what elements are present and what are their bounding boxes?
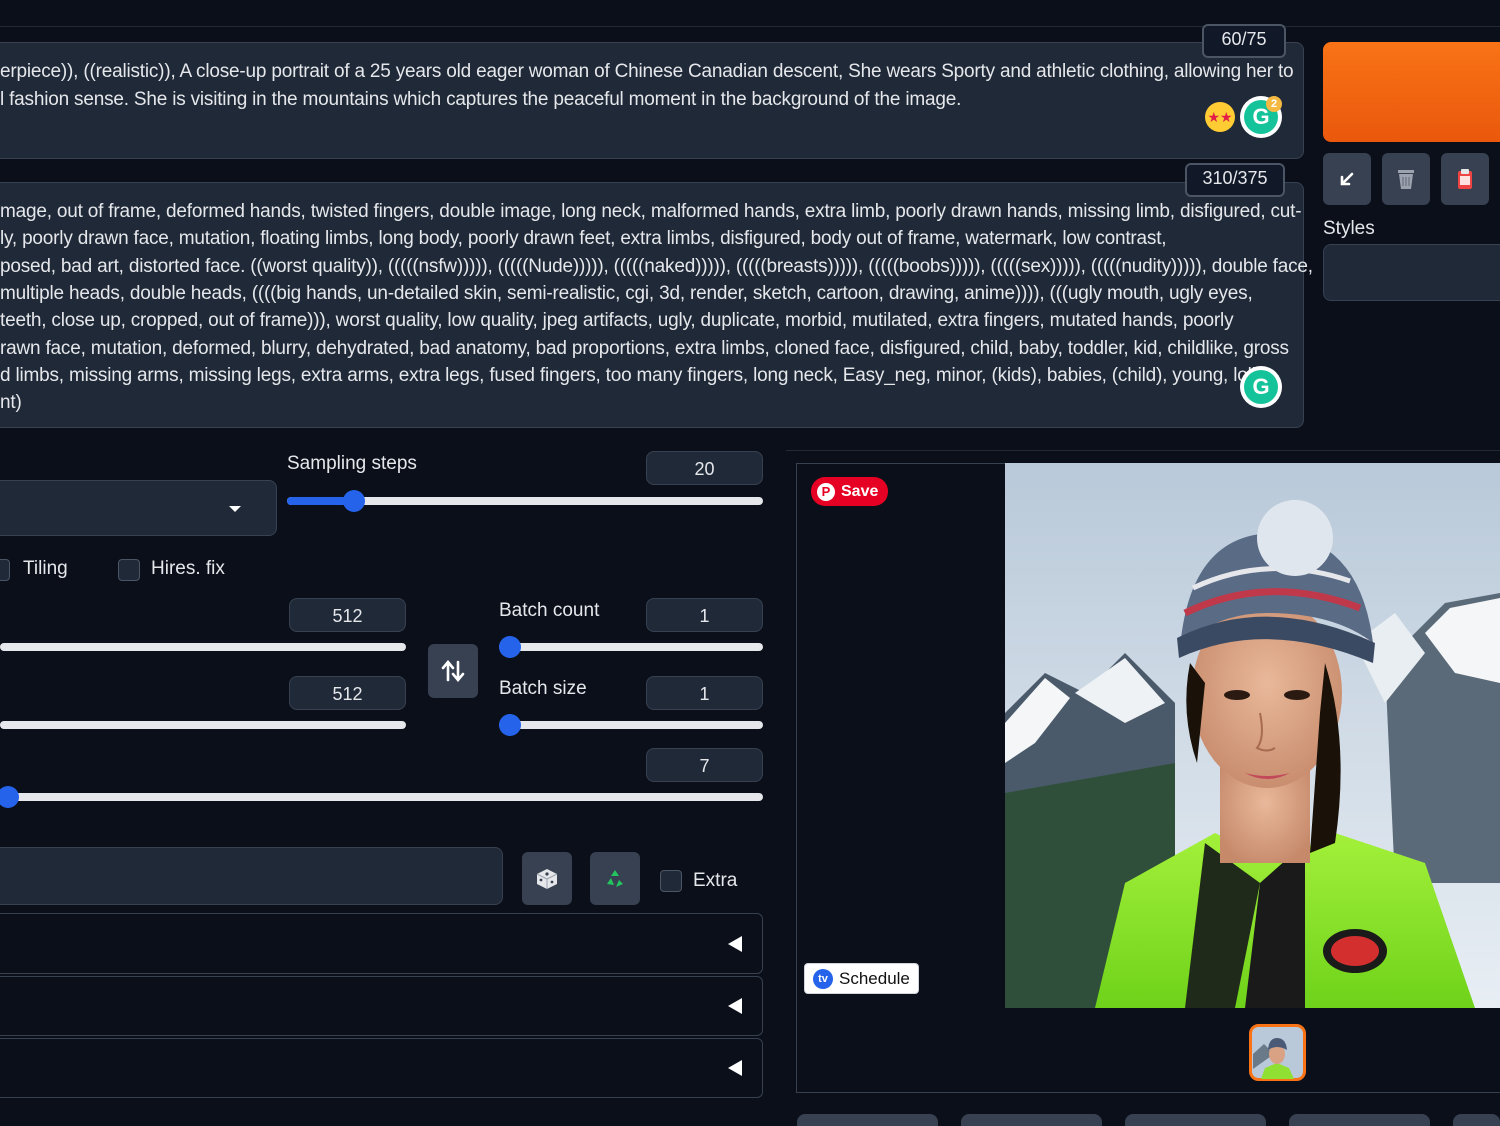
sampling-steps-label: Sampling steps <box>287 453 417 474</box>
batch-count-label: Batch count <box>499 600 600 621</box>
batch-size-label: Batch size <box>499 678 587 699</box>
height-input[interactable]: 512 <box>289 676 406 710</box>
prompt-token-counter: 60/75 <box>1202 24 1286 58</box>
recycle-icon <box>607 869 623 887</box>
accordion-2[interactable] <box>0 976 763 1036</box>
gallery-action-tab-2[interactable] <box>961 1114 1102 1126</box>
cfg-scale-thumb[interactable] <box>0 786 19 808</box>
gallery-action-tab-4[interactable] <box>1289 1114 1430 1126</box>
seed-input[interactable] <box>0 847 503 905</box>
height-slider[interactable] <box>0 721 406 729</box>
grammarly-count-badge: 2 <box>1266 96 1282 112</box>
dice-icon <box>536 868 558 889</box>
swap-arrows-icon <box>441 660 465 682</box>
prompt-line-2: l fashion sense. She is visiting in the … <box>0 89 962 110</box>
pinterest-icon: P <box>817 482 835 501</box>
cfg-scale-slider[interactable] <box>0 793 763 801</box>
sampling-method-dropdown[interactable] <box>0 480 277 536</box>
neg-line-3: posed, bad art, distorted face. ((worst … <box>0 256 1313 277</box>
star-eyes-emoji-icon[interactable]: ★★ <box>1205 102 1235 132</box>
gallery-action-tab-1[interactable] <box>797 1114 938 1126</box>
tiling-checkbox[interactable] <box>0 559 10 581</box>
gallery-action-tab-5[interactable] <box>1453 1114 1500 1126</box>
pinterest-save-button[interactable]: P Save <box>811 477 889 506</box>
width-input[interactable]: 512 <box>289 598 406 632</box>
generate-button[interactable] <box>1323 42 1500 142</box>
schedule-icon: tv <box>813 968 833 989</box>
styles-dropdown[interactable] <box>1323 244 1500 301</box>
prompt-textarea[interactable]: erpiece)), ((realistic)), A close-up por… <box>0 42 1304 159</box>
neg-line-6: rawn face, mutation, deformed, blurry, d… <box>0 338 1289 359</box>
collapse-triangle-icon <box>728 1060 742 1076</box>
collapse-triangle-icon <box>728 936 742 952</box>
tiling-label: Tiling <box>23 558 68 579</box>
grammarly-icon[interactable]: G <box>1240 366 1282 408</box>
gallery-thumbnail[interactable] <box>1249 1024 1306 1081</box>
negative-prompt-textarea[interactable]: mage, out of frame, deformed hands, twis… <box>0 182 1313 428</box>
batch-size-input[interactable]: 1 <box>646 676 763 710</box>
batch-count-input[interactable]: 1 <box>646 598 763 632</box>
sampling-steps-input[interactable]: 20 <box>646 451 763 485</box>
neg-line-1: mage, out of frame, deformed hands, twis… <box>0 201 1302 222</box>
neg-line-5: teeth, close up, cropped, out of frame))… <box>0 310 1234 331</box>
accordion-3[interactable] <box>0 1038 763 1098</box>
reuse-seed-button[interactable] <box>590 852 640 905</box>
styles-label: Styles <box>1323 218 1375 239</box>
hires-fix-checkbox[interactable] <box>118 559 140 581</box>
clear-button[interactable] <box>1382 153 1430 205</box>
swap-dimensions-button[interactable] <box>428 644 478 698</box>
random-seed-button[interactable] <box>522 852 572 905</box>
paste-arrow-button[interactable] <box>1323 153 1371 205</box>
prompt-line-1: erpiece)), ((realistic)), A close-up por… <box>0 61 1294 82</box>
neg-line-8: nt) <box>0 392 22 413</box>
hires-fix-label: Hires. fix <box>151 558 225 579</box>
gallery-top-line <box>786 450 1500 451</box>
collapse-triangle-icon <box>728 998 742 1014</box>
pinterest-save-label: Save <box>841 482 879 500</box>
accordion-1[interactable] <box>0 913 763 974</box>
negative-token-counter: 310/375 <box>1185 163 1285 197</box>
neg-line-2: ly, poorly drawn face, mutation, floatin… <box>0 228 1167 249</box>
generated-image[interactable] <box>1005 463 1500 1008</box>
neg-line-7: d limbs, missing arms, missing legs, ext… <box>0 365 1261 386</box>
batch-size-thumb[interactable] <box>499 714 521 736</box>
width-slider[interactable] <box>0 643 406 651</box>
caret-down-icon <box>229 506 241 512</box>
batch-size-slider[interactable] <box>499 721 763 729</box>
batch-count-slider[interactable] <box>499 643 763 651</box>
batch-count-thumb[interactable] <box>499 636 521 658</box>
extra-label: Extra <box>693 870 738 891</box>
arrow-down-left-icon <box>1340 172 1354 186</box>
extra-checkbox[interactable] <box>660 870 682 892</box>
schedule-label: Schedule <box>839 968 910 988</box>
clipboard-icon <box>1458 169 1472 189</box>
gallery-action-tab-3[interactable] <box>1125 1114 1266 1126</box>
style-apply-button[interactable] <box>1441 153 1489 205</box>
schedule-button[interactable]: tv Schedule <box>804 963 919 994</box>
trash-icon <box>1398 170 1414 189</box>
sampling-steps-thumb[interactable] <box>342 490 365 512</box>
cfg-scale-input[interactable]: 7 <box>646 748 763 782</box>
neg-line-4: multiple heads, double heads, ((((big ha… <box>0 283 1253 304</box>
